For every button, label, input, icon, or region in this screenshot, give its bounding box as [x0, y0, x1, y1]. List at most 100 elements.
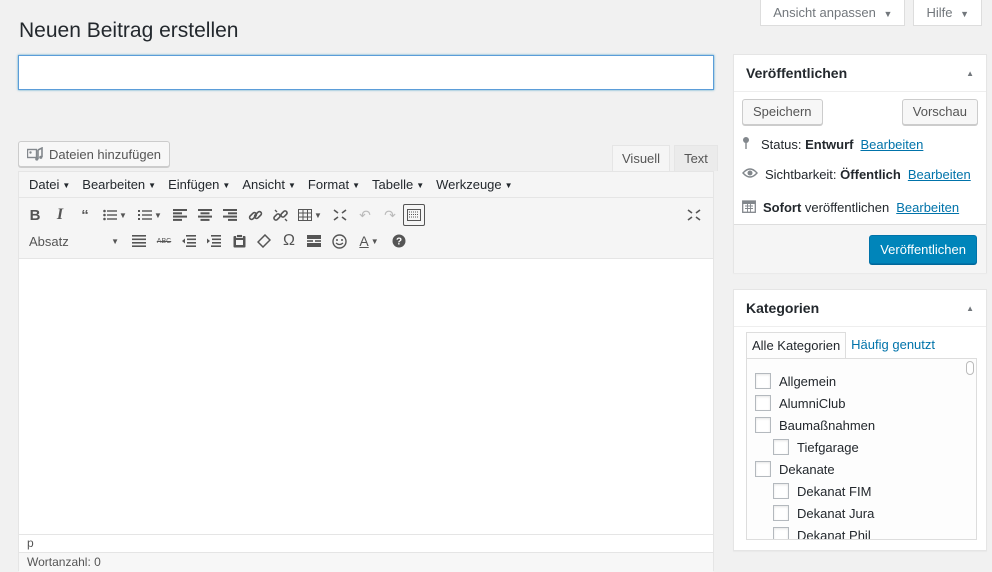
categories-box: Kategorien ▲ Alle Kategorien Häufig genu… [733, 289, 987, 551]
category-checkbox[interactable] [755, 395, 771, 411]
text-color-icon[interactable]: A ▼ [352, 229, 386, 253]
category-item[interactable]: Allgemein [755, 373, 836, 389]
publish-schedule-row: Sofort veröffentlichen Bearbeiten [742, 199, 959, 216]
editor-mode-tabs: Visuell Text [612, 145, 722, 171]
category-item[interactable]: Dekanate [755, 461, 835, 477]
category-tabs: Alle Kategorien Häufig genutzt [746, 332, 940, 359]
editor-content-area[interactable] [19, 259, 713, 534]
publish-button[interactable]: Veröffentlichen [869, 235, 977, 264]
category-scrollbar[interactable] [966, 361, 974, 539]
post-title-input[interactable] [18, 55, 714, 90]
outdent-icon[interactable] [177, 229, 201, 253]
menu-view[interactable]: Ansicht ▼ [236, 177, 302, 192]
toolbar-toggle-icon[interactable] [403, 204, 425, 226]
collapse-arrow-icon[interactable]: ▲ [966, 304, 974, 313]
caret-down-icon: ▼ [111, 236, 119, 246]
post-visibility-row: Sichtbarkeit: Öffentlich Bearbeiten [742, 167, 971, 182]
category-checkbox[interactable] [773, 439, 789, 455]
editor-menubar: Datei ▼ Bearbeiten ▼ Einfügen ▼ Ansicht ▼ Fo… [19, 172, 713, 198]
paste-text-icon[interactable] [227, 229, 251, 253]
menu-edit[interactable]: Bearbeiten ▼ [76, 177, 162, 192]
align-right-icon[interactable] [218, 203, 242, 227]
publish-box: Veröffentlichen ▲ Speichern Vorschau Sta… [733, 54, 987, 273]
more-tag-icon[interactable] [302, 229, 326, 253]
category-checklist: Allgemein AlumniClub Baumaßnahmen Tiefga… [746, 358, 977, 540]
collapse-arrow-icon[interactable]: ▲ [966, 69, 974, 78]
table-icon[interactable]: ▼ [293, 203, 327, 227]
horizontal-line-icon[interactable] [127, 229, 151, 253]
media-icon [27, 147, 43, 161]
category-item[interactable]: Baumaßnahmen [755, 417, 875, 433]
schedule-value: Sofort [763, 200, 802, 215]
bullet-list-icon[interactable]: ▼ [98, 203, 132, 227]
post-editor: Datei ▼ Bearbeiten ▼ Einfügen ▼ Ansicht ▼ Fo… [18, 171, 714, 572]
undo-icon[interactable]: ↶ [353, 203, 377, 227]
indent-icon[interactable] [202, 229, 226, 253]
tab-text[interactable]: Text [674, 145, 718, 171]
category-item[interactable]: Dekanat Phil [773, 527, 871, 540]
category-label: Dekanate [779, 461, 835, 477]
tab-popular-categories[interactable]: Häufig genutzt [846, 332, 940, 359]
unlink-icon[interactable] [268, 203, 292, 227]
numbered-list-icon[interactable]: ▼ [133, 203, 167, 227]
caret-down-icon: ▼ [883, 9, 893, 19]
toolbar-row-2: Absatz ▼ ABC Ω A ▼ ? [23, 228, 713, 254]
category-checkbox[interactable] [755, 417, 771, 433]
tab-all-categories[interactable]: Alle Kategorien [746, 332, 847, 359]
status-value: Entwurf [805, 137, 854, 152]
editor-path: p [19, 534, 713, 552]
format-select[interactable]: Absatz ▼ [23, 230, 123, 252]
scrollbar-thumb[interactable] [966, 361, 974, 375]
category-item[interactable]: Dekanat FIM [773, 483, 871, 499]
menu-insert[interactable]: Einfügen ▼ [162, 177, 236, 192]
edit-schedule-link[interactable]: Bearbeiten [896, 200, 959, 215]
category-label: Tiefgarage [797, 439, 859, 455]
status-label: Status: [761, 137, 802, 152]
category-item[interactable]: Tiefgarage [773, 439, 859, 455]
screen-meta-links: Ansicht anpassen ▼ Hilfe ▼ [760, 0, 982, 26]
category-checkbox[interactable] [773, 483, 789, 499]
screen-options-button[interactable]: Ansicht anpassen ▼ [760, 0, 906, 26]
category-label: Dekanat Phil [797, 527, 871, 540]
strikethrough-icon[interactable]: ABC [152, 229, 176, 253]
category-label: Dekanat Jura [797, 505, 875, 521]
toolbar-row-1: B I “ ▼ ▼ ▼ ↶ ↷ [23, 202, 713, 228]
visibility-label: Sichtbarkeit: [765, 167, 837, 182]
align-left-icon[interactable] [168, 203, 192, 227]
preview-button[interactable]: Vorschau [901, 99, 978, 125]
redo-icon[interactable]: ↷ [378, 203, 402, 227]
align-center-icon[interactable] [193, 203, 217, 227]
edit-visibility-link[interactable]: Bearbeiten [908, 167, 971, 182]
editor-toolbar: B I “ ▼ ▼ ▼ ↶ ↷ Absatz ▼ ABC Ω A ▼ ? [19, 198, 713, 259]
add-media-button[interactable]: Dateien hinzufügen [18, 141, 171, 167]
fullscreen-icon[interactable] [682, 203, 706, 227]
category-checkbox[interactable] [773, 505, 789, 521]
distraction-free-icon[interactable] [328, 203, 352, 227]
help-button[interactable]: Hilfe ▼ [913, 0, 982, 26]
eraser-icon[interactable] [252, 229, 276, 253]
link-icon[interactable] [243, 203, 267, 227]
italic-icon[interactable]: I [48, 203, 72, 227]
help-icon[interactable]: ? [387, 229, 411, 253]
blockquote-icon[interactable]: “ [73, 203, 97, 227]
tab-visual[interactable]: Visuell [612, 145, 671, 171]
menu-tools[interactable]: Werkzeuge ▼ [430, 177, 518, 192]
category-checkbox[interactable] [755, 461, 771, 477]
category-checkbox[interactable] [773, 527, 789, 539]
publish-box-header[interactable]: Veröffentlichen ▲ [734, 55, 986, 92]
category-item[interactable]: AlumniClub [755, 395, 845, 411]
category-checkbox[interactable] [755, 373, 771, 389]
edit-status-link[interactable]: Bearbeiten [860, 137, 923, 152]
bold-icon[interactable]: B [23, 203, 47, 227]
categories-box-header[interactable]: Kategorien ▲ [734, 290, 986, 327]
save-draft-button[interactable]: Speichern [742, 99, 823, 125]
category-item[interactable]: Dekanat Jura [773, 505, 874, 521]
menu-format[interactable]: Format ▼ [302, 177, 366, 192]
page-title: Neuen Beitrag erstellen [19, 19, 239, 42]
post-status-row: Status: Entwurf Bearbeiten [742, 136, 923, 153]
menu-table[interactable]: Tabelle ▼ [366, 177, 430, 192]
menu-file[interactable]: Datei ▼ [23, 177, 76, 192]
emoji-icon[interactable] [327, 229, 351, 253]
pin-icon [742, 136, 754, 153]
omega-icon[interactable]: Ω [277, 229, 301, 253]
